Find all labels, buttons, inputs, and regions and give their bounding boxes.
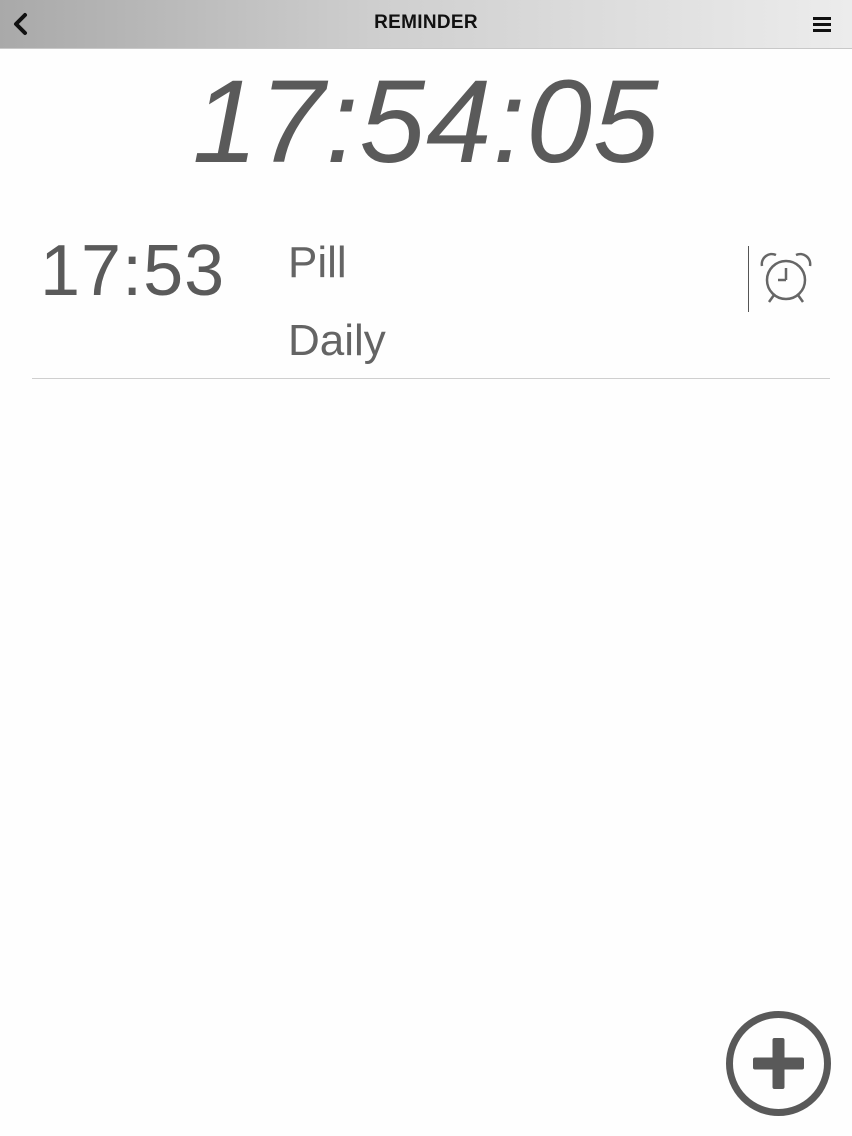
current-time: 17:54:05	[192, 56, 660, 188]
reminder-name: Pill	[288, 238, 347, 287]
menu-button[interactable]	[804, 0, 840, 48]
row-divider	[748, 246, 749, 312]
reminder-repeat: Daily	[288, 316, 386, 365]
alarm-clock-icon	[760, 252, 812, 303]
top-bar: REMINDER	[0, 0, 852, 49]
plus-circle-icon	[726, 1011, 831, 1116]
hamburger-menu-icon	[813, 17, 831, 32]
add-reminder-button[interactable]	[725, 1010, 832, 1117]
alarm-toggle-button[interactable]	[758, 250, 814, 306]
reminder-time: 17:53	[40, 231, 226, 311]
page-title: REMINDER	[374, 12, 478, 33]
reminder-item[interactable]: 17:53 Pill Daily	[32, 222, 830, 379]
